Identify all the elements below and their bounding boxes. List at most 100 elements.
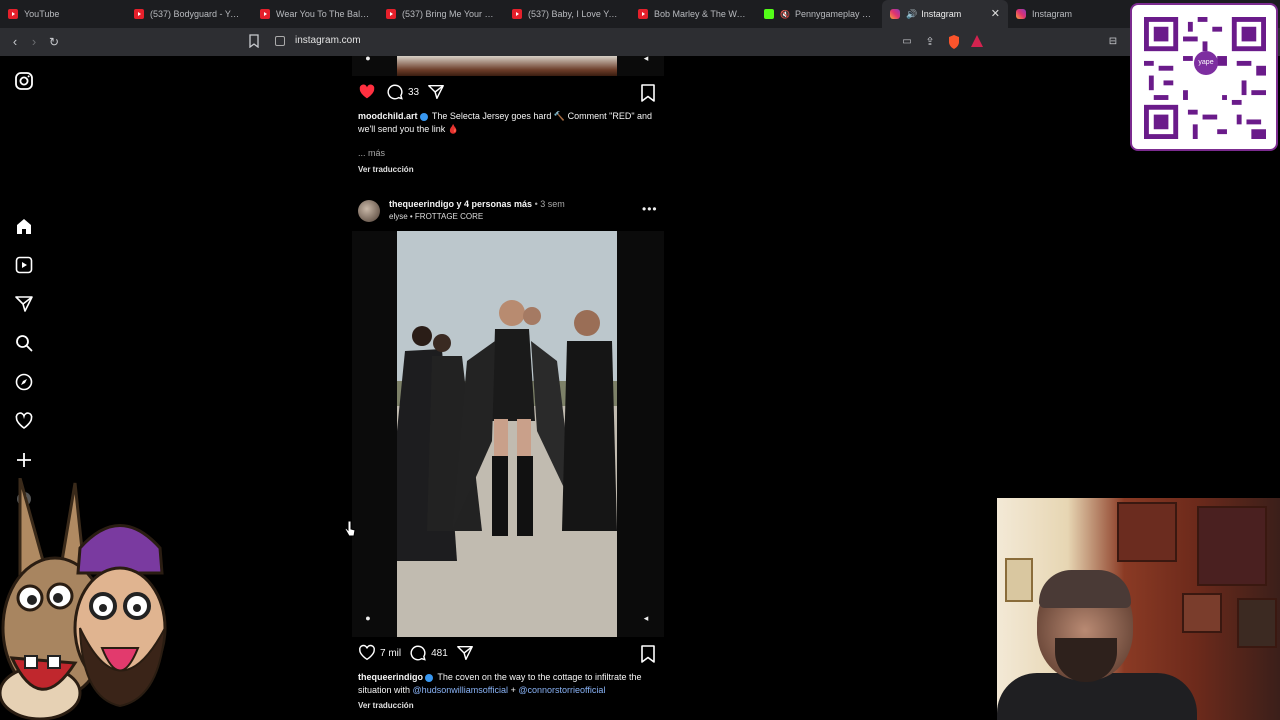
tab-wear-you-to-the-ball[interactable]: Wear You To The Ball - You [252, 0, 378, 28]
more-options-icon[interactable]: ••• [642, 202, 658, 216]
like-filled-icon[interactable] [358, 83, 376, 101]
youtube-icon [512, 9, 522, 19]
tagged-user-icon[interactable]: ● [362, 612, 374, 624]
save-post-icon[interactable] [640, 645, 656, 663]
bookmark-page-icon[interactable] [246, 34, 262, 50]
tab-label: (537) Bodyguard - YouTube [150, 9, 244, 19]
sidebar-toggle-icon[interactable]: ⊟ [1105, 34, 1121, 50]
tab-label: YouTube [24, 9, 60, 19]
tab-label: Pennygameplay Stream [794, 9, 874, 19]
forward-icon[interactable]: › [26, 34, 42, 50]
audio-icon[interactable]: ◂ [640, 612, 652, 624]
wall-poster [1182, 593, 1222, 633]
kick-icon [764, 9, 774, 19]
post2-comment-count: 481 [431, 647, 448, 659]
site-info-icon[interactable] [275, 36, 285, 46]
post1-caption: moodchild.art The Selecta Jersey goes ha… [358, 110, 658, 136]
post1-username[interactable]: moodchild.art [358, 111, 418, 121]
direct-messages-icon[interactable] [14, 294, 34, 314]
post2-author[interactable]: thequeerindigo [389, 199, 454, 209]
youtube-icon [638, 9, 648, 19]
address-bar[interactable]: instagram.com [295, 35, 361, 46]
brave-shield-icon[interactable] [946, 34, 962, 50]
share-post-icon[interactable] [456, 644, 474, 662]
wall-poster [1197, 506, 1267, 586]
create-icon[interactable] [14, 450, 34, 470]
reload-icon[interactable]: ↻ [46, 34, 62, 50]
youtube-icon [8, 9, 18, 19]
verified-badge-icon [419, 112, 428, 121]
post2-coauthors[interactable]: y 4 personas más [457, 199, 533, 209]
wall-poster [1005, 558, 1033, 602]
wall-poster [1237, 598, 1277, 648]
notifications-heart-icon[interactable] [14, 411, 34, 431]
home-icon[interactable] [14, 216, 34, 236]
qr-pattern [1144, 17, 1266, 139]
search-icon[interactable] [14, 333, 34, 353]
youtube-icon [386, 9, 396, 19]
streamer-webcam [997, 498, 1280, 720]
post1-actions: 33 [358, 82, 449, 102]
tab-label: Instagram [1032, 9, 1073, 19]
donkey-mascot-overlay [0, 478, 167, 720]
caption-plus: + [510, 685, 516, 695]
tab-instagram[interactable]: Instagram [1008, 0, 1134, 28]
like-icon[interactable] [358, 644, 376, 662]
post1-media[interactable] [397, 56, 617, 76]
tab-bring-me-your-cup[interactable]: (537) Bring Me Your Cup [378, 0, 504, 28]
yape-qr-code: yape [1130, 3, 1278, 151]
post1-translate-link[interactable]: Ver traducción [358, 165, 414, 174]
comment-icon[interactable] [386, 83, 404, 101]
screen: YouTube (537) Bodyguard - YouTube Wear Y… [0, 0, 1280, 720]
tab-label: (537) Bring Me Your Cup [402, 9, 496, 19]
tab-label: Instagram [921, 9, 962, 19]
tagged-user-icon[interactable]: ● [362, 52, 374, 64]
muted-speaker-icon[interactable]: 🔇 [780, 10, 790, 19]
audio-icon[interactable]: ◂ [640, 52, 652, 64]
post2-like-count[interactable]: 7 mil [380, 648, 401, 659]
tab-instagram-active[interactable]: 🔊 Instagram ✕ [882, 0, 1008, 28]
close-tab-icon[interactable]: ✕ [991, 7, 1000, 20]
streamer-cap [1039, 570, 1131, 608]
tab-label: (537) Baby, I Love Your Wa [528, 9, 622, 19]
browser-tab-bar: YouTube (537) Bodyguard - YouTube Wear Y… [0, 0, 1280, 28]
save-post-icon[interactable] [640, 84, 656, 102]
youtube-icon [260, 9, 270, 19]
share-post-icon[interactable] [427, 83, 445, 101]
instagram-logo-icon[interactable] [14, 71, 34, 91]
tab-bodyguard[interactable]: (537) Bodyguard - YouTube [126, 0, 252, 28]
tab-bob-marley[interactable]: Bob Marley & The Wailers [630, 0, 756, 28]
post2-audio[interactable]: elyse • FROTTAGE CORE [389, 212, 483, 221]
brave-rewards-icon[interactable] [969, 34, 985, 50]
post1-more-link[interactable]: ... más [358, 148, 385, 158]
back-icon[interactable]: ‹ [7, 34, 23, 50]
instagram-icon [890, 9, 900, 19]
post2-author-avatar[interactable] [358, 200, 380, 222]
post2-author-line: thequeerindigo y 4 personas más • 3 sem [389, 199, 565, 209]
post2-header: thequeerindigo y 4 personas más • 3 sem … [358, 198, 658, 226]
share-icon[interactable]: ⇪ [922, 34, 938, 50]
reels-icon[interactable] [14, 255, 34, 275]
post2-translate-link[interactable]: Ver traducción [358, 701, 414, 710]
youtube-icon [134, 9, 144, 19]
mouse-hand-cursor-icon [344, 520, 356, 537]
mention-link[interactable]: @hudsonwilliamsofficial [413, 685, 509, 695]
tab-pennygameplay[interactable]: 🔇 Pennygameplay Stream [756, 0, 882, 28]
speaker-icon[interactable]: 🔊 [906, 9, 917, 20]
post2-video[interactable] [397, 231, 617, 637]
wall-poster [1117, 502, 1177, 562]
post2-username[interactable]: thequeerindigo [358, 672, 423, 682]
tab-label: Wear You To The Ball - You [276, 9, 370, 19]
explore-icon[interactable] [14, 372, 34, 392]
comment-icon[interactable] [409, 644, 427, 662]
post2-age: 3 sem [540, 199, 565, 209]
tab-youtube[interactable]: YouTube [0, 0, 126, 28]
tab-baby-i-love[interactable]: (537) Baby, I Love Your Wa [504, 0, 630, 28]
mention-link[interactable]: @connorstorrieofficial [518, 685, 605, 695]
instagram-icon [1016, 9, 1026, 19]
verified-badge-icon [425, 673, 433, 682]
cast-icon[interactable]: ▭ [899, 34, 915, 50]
video-frame-art [397, 231, 617, 637]
post2-actions: 7 mil 481 [358, 643, 478, 663]
tab-label: Bob Marley & The Wailers [654, 9, 748, 19]
